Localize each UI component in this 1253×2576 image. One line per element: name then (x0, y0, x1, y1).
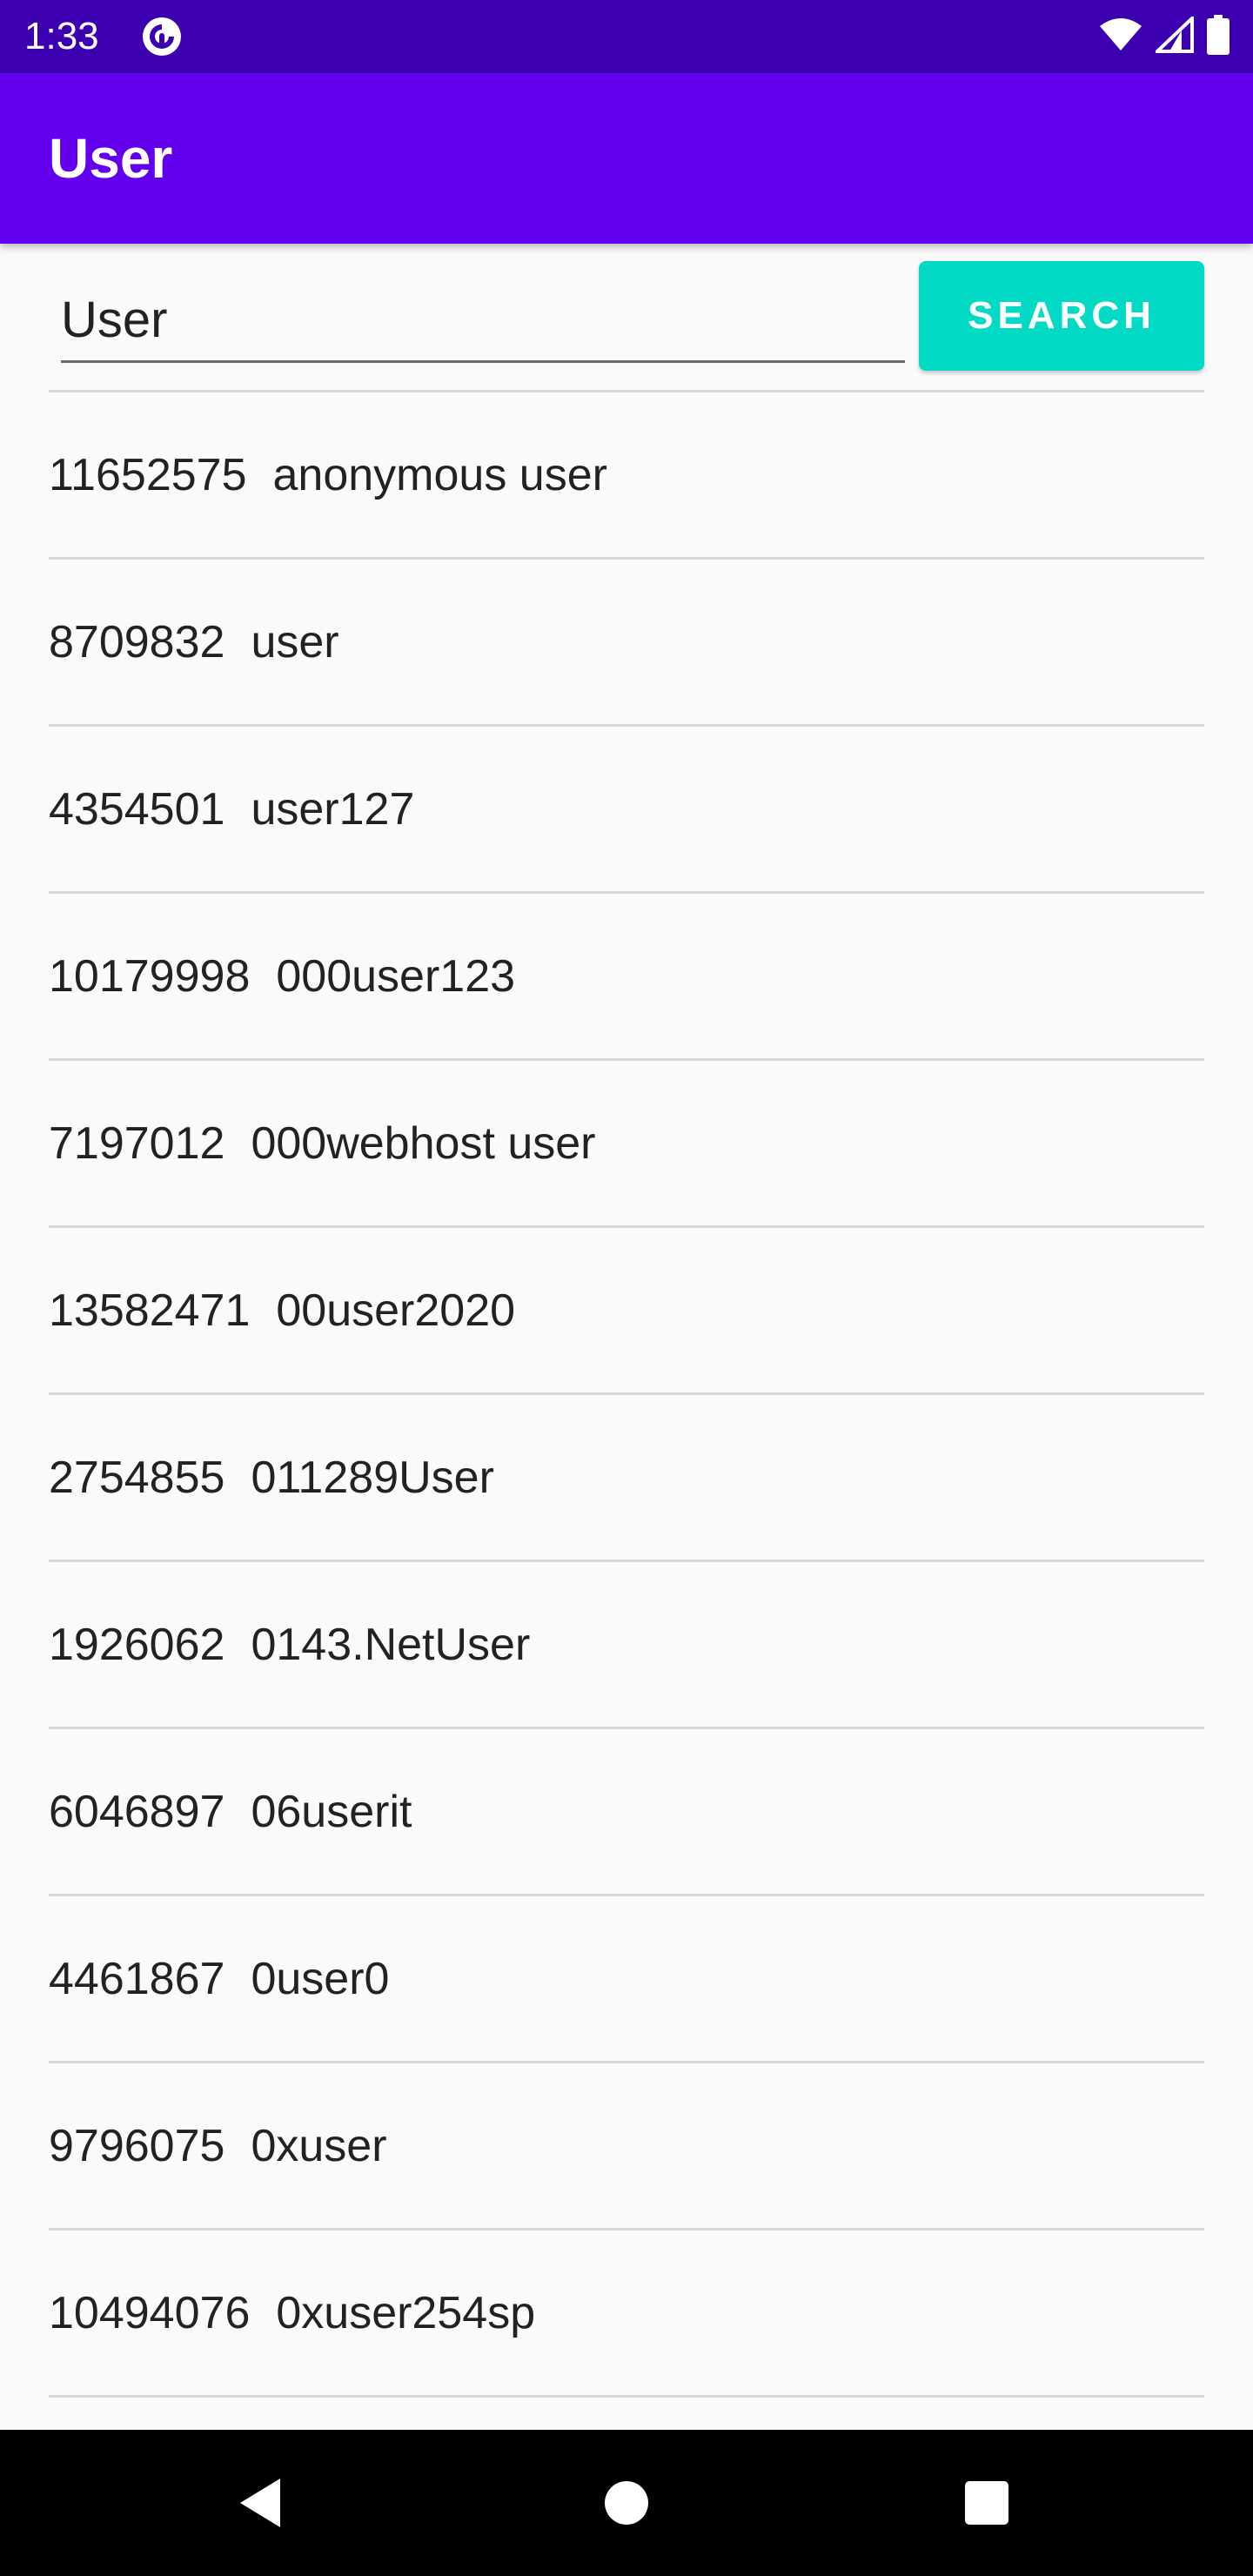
user-name: 06userit (251, 1786, 412, 1837)
app-bar: User (0, 73, 1253, 244)
list-item[interactable]: 4461867 0user0 (49, 1896, 1204, 2063)
user-id: 8709832 (49, 616, 225, 667)
wifi-icon (1098, 17, 1143, 57)
recents-icon[interactable] (952, 2468, 1022, 2538)
user-name: 000user123 (276, 950, 516, 1002)
list-item[interactable]: 6046897 06userit (49, 1729, 1204, 1896)
list-item[interactable]: 4354501 user127 (49, 727, 1204, 894)
user-name: user127 (251, 783, 415, 835)
list-item[interactable]: 1926062 0143.NetUser (49, 1562, 1204, 1729)
list-item[interactable]: 11652575 anonymous user (49, 392, 1204, 560)
user-name: 0user0 (251, 1953, 390, 2004)
search-button[interactable]: SEARCH (919, 261, 1204, 371)
user-name: user (251, 616, 339, 667)
list-item[interactable]: 10179998 000user123 (49, 894, 1204, 1061)
user-list[interactable]: 11652575 anonymous user 8709832 user 43545… (49, 392, 1204, 2398)
user-name: 0xuser (251, 2120, 387, 2171)
status-time: 1:33 (24, 15, 99, 57)
navigation-bar (0, 2430, 1253, 2576)
search-area: SEARCH (0, 244, 1253, 392)
user-name: 00user2020 (276, 1285, 516, 1336)
pocket-casts-icon (141, 16, 183, 57)
user-name: 011289User (251, 1452, 494, 1503)
user-id: 4354501 (49, 783, 225, 835)
user-name: 0xuser254sp (276, 2287, 536, 2338)
search-input[interactable] (61, 278, 905, 363)
list-item[interactable]: 2754855 011289User (49, 1395, 1204, 1562)
user-id: 13582471 (49, 1285, 251, 1336)
home-icon[interactable] (592, 2468, 661, 2538)
signal-icon (1152, 13, 1194, 57)
user-id: 10179998 (49, 950, 251, 1002)
user-id: 6046897 (49, 1786, 225, 1837)
user-id: 1926062 (49, 1619, 225, 1670)
list-item[interactable]: 7197012 000webhost user (49, 1061, 1204, 1228)
user-name: 0143.NetUser (251, 1619, 531, 1670)
battery-icon (1206, 14, 1230, 59)
user-id: 9796075 (49, 2120, 225, 2171)
list-item[interactable]: 13582471 00user2020 (49, 1228, 1204, 1395)
user-id: 10494076 (49, 2287, 251, 2338)
list-item[interactable]: 9796075 0xuser (49, 2063, 1204, 2231)
user-name: anonymous user (272, 449, 607, 500)
user-id: 7197012 (49, 1117, 225, 1169)
user-id: 11652575 (49, 449, 247, 500)
list-item[interactable]: 8709832 user (49, 560, 1204, 727)
page-title: User (49, 127, 173, 190)
back-icon[interactable] (226, 2468, 296, 2538)
user-name: 000webhost user (251, 1117, 596, 1169)
status-icons (1098, 13, 1230, 59)
list-item[interactable]: 10494076 0xuser254sp (49, 2231, 1204, 2398)
status-bar: 1:33 (0, 0, 1253, 73)
user-id: 4461867 (49, 1953, 225, 2004)
user-id: 2754855 (49, 1452, 225, 1503)
